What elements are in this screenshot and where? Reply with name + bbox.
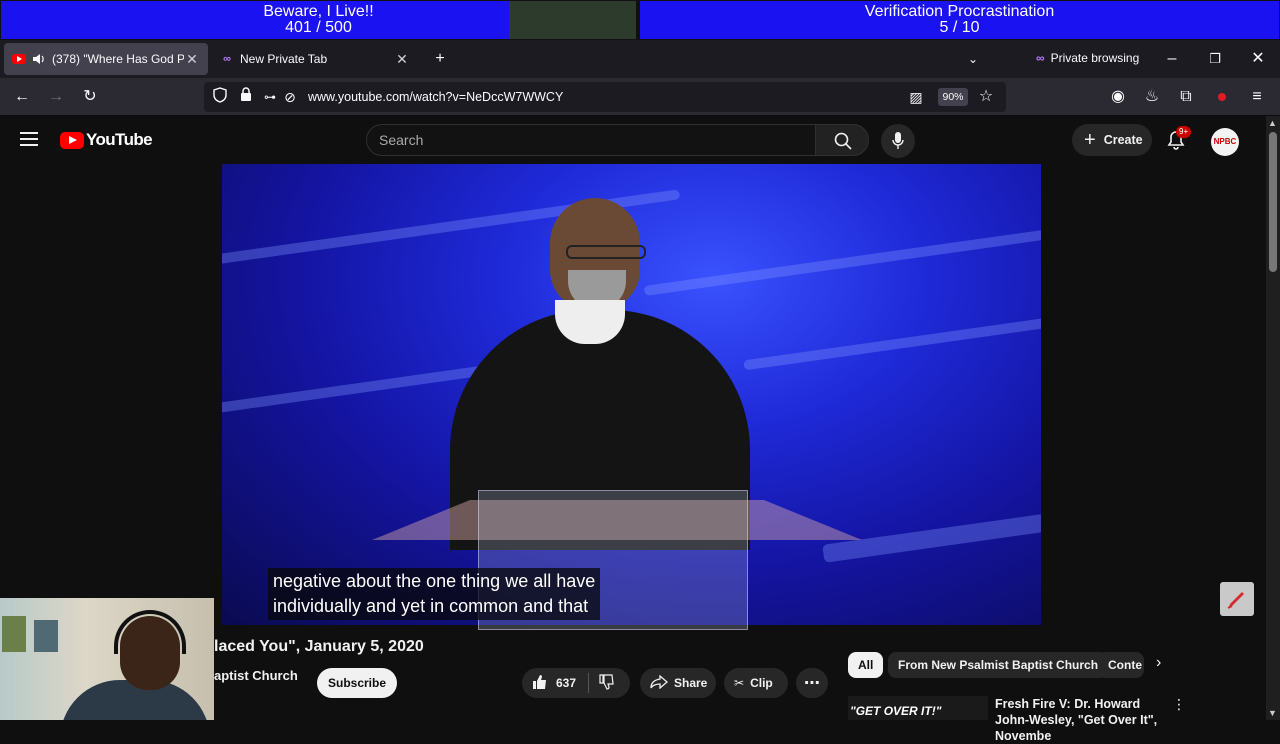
permissions-icon[interactable]: ⊶ <box>260 87 280 107</box>
like-dislike-group: 637 <box>522 668 630 698</box>
chip-all[interactable]: All <box>848 652 884 678</box>
tab-close-icon[interactable]: ✕ <box>184 51 200 68</box>
scissors-icon: ✂ <box>734 676 745 690</box>
voice-search-button[interactable] <box>881 124 915 158</box>
create-button[interactable]: + Create <box>1072 124 1152 156</box>
private-mask-icon: ∞ <box>223 53 231 65</box>
bookmark-star-icon[interactable]: ☆ <box>976 87 996 107</box>
tab-title: (378) "Where Has God Plac <box>52 52 184 66</box>
url-bar[interactable]: ⊶ ⊘ www.youtube.com/watch?v=NeDccW7WWCY … <box>204 82 1006 112</box>
youtube-play-icon <box>60 131 84 149</box>
progress-title-beware: Beware, I Live!! <box>263 3 374 20</box>
clip-label: Clip <box>750 676 773 690</box>
extension-flame-icon[interactable]: ♨ <box>1142 87 1162 107</box>
account-icon[interactable]: ◉ <box>1108 87 1128 107</box>
recommendation-more-icon[interactable]: ⋮ <box>1172 696 1186 713</box>
share-button[interactable]: Share <box>640 668 716 698</box>
chevron-right-icon[interactable]: › <box>1156 654 1161 672</box>
channel-name[interactable]: aptist Church <box>214 668 298 683</box>
chip-content[interactable]: Conte <box>1098 652 1144 678</box>
tab-close-icon[interactable]: ✕ <box>394 51 410 68</box>
scroll-down-icon[interactable]: ▼ <box>1268 708 1277 718</box>
thumbs-down-icon[interactable] <box>599 673 615 693</box>
recommendation-title[interactable]: Fresh Fire V: Dr. Howard John-Wesley, "G… <box>995 696 1165 744</box>
more-actions-icon[interactable]: ⋯ <box>796 668 828 698</box>
plus-icon: + <box>1084 128 1096 151</box>
minimize-icon[interactable]: – <box>1160 49 1184 69</box>
clip-button[interactable]: ✂ Clip <box>724 668 788 698</box>
recommendation-thumbnail[interactable]: "GET OVER IT!" <box>848 696 988 720</box>
create-label: Create <box>1103 133 1143 147</box>
url-text[interactable]: www.youtube.com/watch?v=NeDccW7WWCY <box>308 90 563 104</box>
extensions-puzzle-icon[interactable]: ⧉ <box>1176 87 1196 107</box>
thumbs-up-icon[interactable] <box>532 674 548 693</box>
progress-count-verification: 5 / 10 <box>939 19 980 36</box>
pen-icon <box>1227 592 1244 609</box>
video-title: laced You", January 5, 2020 <box>214 638 424 655</box>
search-input[interactable] <box>367 125 787 155</box>
tab-youtube[interactable]: (378) "Where Has God Plac ✕ <box>4 43 208 75</box>
search-button[interactable] <box>815 124 869 156</box>
youtube-header: YouTube + Create 9+ NPBC <box>0 116 1266 164</box>
avatar[interactable]: NPBC <box>1211 128 1239 156</box>
scroll-up-icon[interactable]: ▲ <box>1268 118 1277 128</box>
youtube-logo[interactable]: YouTube <box>60 130 153 150</box>
thumbnail-text: "GET OVER IT!" <box>850 704 942 718</box>
caption-line-1: negative about the one thing we all have <box>273 571 596 591</box>
private-mask-icon: ∞ <box>1036 51 1045 65</box>
chip-from-channel[interactable]: From New Psalmist Baptist Church <box>888 652 1109 678</box>
speaker-icon[interactable] <box>32 52 46 66</box>
progress-bar-verification: Verification Procrastination 5 / 10 <box>639 0 1280 40</box>
shield-icon[interactable] <box>210 87 230 107</box>
progress-count-beware: 401 / 500 <box>285 19 352 36</box>
caption-line-2: individually and yet in common and that <box>273 596 589 616</box>
back-arrow-icon[interactable]: ← <box>12 87 32 107</box>
video-caption: negative about the one thing we all have… <box>268 568 601 620</box>
subscribe-button[interactable]: Subscribe <box>317 668 397 698</box>
navigation-bar: ← → ↻ ⊶ ⊘ www.youtube.com/watch?v=NeDccW… <box>0 78 1280 116</box>
extension-record-icon[interactable] <box>1212 87 1232 107</box>
tab-strip: (378) "Where Has God Plac ✕ ∞ New Privat… <box>0 40 1280 78</box>
page-scrollbar[interactable]: ▲ ▼ <box>1266 116 1280 720</box>
share-label: Share <box>674 676 708 690</box>
search-field[interactable] <box>366 124 816 156</box>
like-count[interactable]: 637 <box>556 676 576 690</box>
progress-bar-beware: Beware, I Live!! 401 / 500 <box>0 0 637 40</box>
autoplay-blocked-icon[interactable]: ⊘ <box>280 87 300 107</box>
tab-title: New Private Tab <box>240 52 328 66</box>
tab-new-private[interactable]: ∞ New Private Tab ✕ <box>212 43 418 75</box>
picture-blocked-icon[interactable]: ▨ <box>906 87 926 107</box>
microphone-icon <box>892 132 904 149</box>
youtube-logo-text: YouTube <box>86 130 153 149</box>
progress-title-verification: Verification Procrastination <box>864 3 1055 20</box>
menu-icon[interactable]: ≡ <box>1247 87 1267 107</box>
restore-icon[interactable]: ❐ <box>1203 49 1227 69</box>
notification-badge: 9+ <box>1176 126 1192 138</box>
new-tab-plus-icon[interactable]: + <box>428 49 452 69</box>
youtube-favicon-icon <box>12 52 26 66</box>
annotation-pen-button[interactable] <box>1220 582 1254 616</box>
list-tabs-chevron-icon[interactable]: ⌄ <box>961 49 985 69</box>
webcam-overlay <box>0 598 214 720</box>
lock-icon[interactable] <box>236 87 256 107</box>
reload-icon[interactable]: ↻ <box>80 87 100 107</box>
search-icon <box>834 132 852 150</box>
private-browsing-label: Private browsing <box>1050 51 1140 65</box>
scrollbar-thumb[interactable] <box>1269 132 1277 272</box>
close-window-icon[interactable]: ✕ <box>1246 49 1270 69</box>
zoom-level[interactable]: 90% <box>938 88 968 106</box>
guide-menu-icon[interactable] <box>20 132 38 146</box>
forward-arrow-icon[interactable]: → <box>46 87 66 107</box>
share-arrow-icon <box>650 674 668 692</box>
private-browsing-indicator: ∞ Private browsing <box>1036 51 1139 65</box>
